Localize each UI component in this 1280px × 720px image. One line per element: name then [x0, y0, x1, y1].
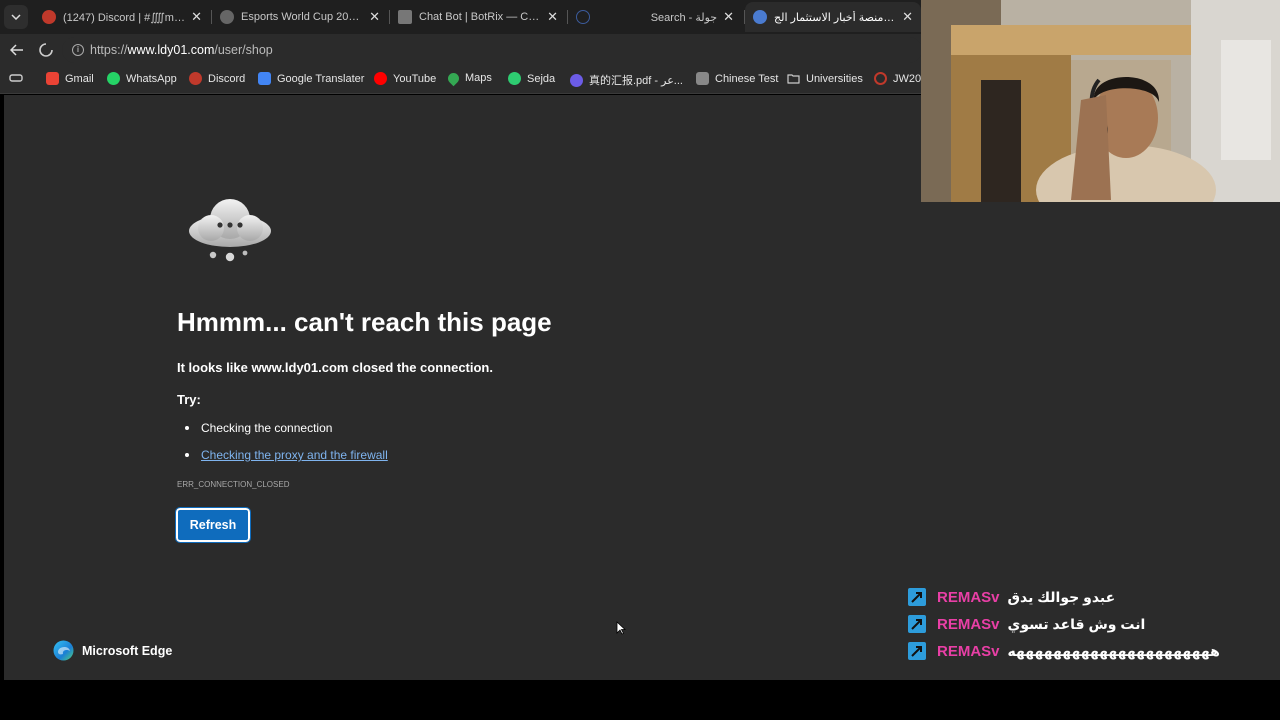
youtube-icon [374, 72, 387, 85]
maps-icon [445, 70, 462, 86]
edge-brand: Microsoft Edge [53, 640, 172, 661]
refresh-button[interactable]: Refresh [175, 507, 251, 543]
address-bar[interactable]: i https://www.ldy01.com/user/shop [62, 37, 922, 63]
edge-logo-icon [53, 640, 74, 661]
chevron-down-icon [11, 14, 21, 20]
chat-text: عبدو جوالك يدق [1007, 588, 1116, 605]
error-description: It looks like www.ldy01.com closed the c… [177, 360, 493, 375]
taskbar-area [0, 680, 1280, 720]
gmail-icon [46, 72, 59, 85]
proxy-firewall-link[interactable]: Checking the proxy and the firewall [201, 448, 388, 462]
tab-title: جولة | منصة أخبار الاستثمار الج [774, 11, 896, 24]
site-info-icon[interactable]: i [72, 44, 84, 56]
discord-icon [189, 72, 202, 85]
tab-botrix[interactable]: Chat Bot | BotRix — Cloud St ✕ [390, 2, 566, 32]
tab-discord[interactable]: (1247) Discord | #⨌music-req ✕ [34, 2, 210, 32]
tab-esports[interactable]: Esports World Cup 2026 feat ✕ [212, 2, 388, 32]
try-label: Try: [177, 392, 201, 407]
tab-title: (1247) Discord | #⨌music-req [63, 11, 186, 24]
globe-icon [753, 10, 767, 24]
jw-icon [874, 72, 887, 85]
bookmark-youtube[interactable]: YouTube [374, 72, 436, 85]
tab-actions-menu-button[interactable] [4, 5, 28, 29]
suggestion-item: Checking the connection [185, 421, 332, 435]
error-title: Hmmm... can't reach this page [177, 307, 552, 337]
error-domain: www.ldy01.com [251, 360, 349, 375]
pdf-icon [570, 73, 583, 87]
cloud-error-icon [189, 199, 271, 262]
error-code: ERR_CONNECTION_CLOSED [177, 480, 290, 489]
chat-message: REMASv انت وش قاعد تسوي [908, 615, 1145, 633]
tab-jawla-news[interactable]: جولة | منصة أخبار الاستثمار الج ✕ [745, 2, 921, 32]
bookmark-sejda[interactable]: Sejda [508, 72, 555, 85]
chat-badge-icon [908, 588, 926, 606]
close-icon[interactable]: ✕ [723, 9, 734, 25]
bookmark-gmail[interactable]: Gmail [46, 72, 94, 85]
tab-actions-icon[interactable] [9, 72, 23, 84]
esports-icon [220, 10, 234, 24]
close-icon[interactable]: ✕ [547, 9, 558, 25]
close-icon[interactable]: ✕ [191, 9, 202, 25]
discord-icon [42, 10, 56, 24]
bookmark-whatsapp[interactable]: WhatsApp [107, 72, 177, 85]
chat-username: REMASv [937, 588, 1000, 606]
tab-title: Chat Bot | BotRix — Cloud St [419, 11, 541, 23]
url-host: www.ldy01.com [127, 43, 215, 57]
stop-loading-button[interactable] [34, 38, 58, 62]
url-scheme: https:// [90, 43, 128, 57]
close-icon[interactable]: ✕ [369, 9, 380, 25]
chat-badge-icon [908, 642, 926, 660]
bookmark-pdf[interactable]: 真的汇报.pdf - عر... [570, 72, 683, 88]
close-icon[interactable]: ✕ [902, 9, 913, 25]
tab-title: Esports World Cup 2026 feat [241, 11, 363, 23]
loading-spinner-icon [39, 43, 53, 57]
folder-icon [787, 74, 800, 84]
page-icon [696, 72, 709, 85]
back-button[interactable] [5, 38, 29, 62]
translate-icon [258, 72, 271, 85]
botrix-icon [398, 10, 412, 24]
chat-text: انت وش قاعد تسوي [1007, 615, 1146, 632]
tab-loading[interactable] [568, 2, 598, 32]
webcam-video [921, 0, 1280, 202]
bookmark-universities[interactable]: Universities [787, 72, 863, 85]
url-path: /user/shop [214, 43, 273, 57]
chat-username: REMASv [937, 642, 1000, 660]
mouse-cursor-icon [616, 621, 626, 635]
chat-message: REMASv عبدو جوالك يدق [908, 588, 1115, 606]
search-icon [576, 10, 590, 24]
tab-search-jawla[interactable]: Search - جولة ✕ [600, 2, 742, 32]
suggestion-item: Checking the proxy and the firewall [185, 448, 388, 462]
sejda-icon [508, 72, 521, 85]
bookmark-chinese-test[interactable]: Chinese Test [696, 72, 778, 85]
bookmark-google-translater[interactable]: Google Translater [258, 72, 364, 85]
chat-username: REMASv [937, 615, 1000, 633]
chat-message: REMASv ههههههههههههههههههههههه [908, 642, 1220, 660]
bookmark-discord[interactable]: Discord [189, 72, 245, 85]
webcam-overlay [921, 0, 1280, 202]
bookmark-jw201[interactable]: JW201 [874, 72, 927, 85]
back-arrow-icon [10, 44, 23, 56]
whatsapp-icon [107, 72, 120, 85]
chat-text: ههههههههههههههههههههههه [1007, 642, 1220, 659]
bookmark-maps[interactable]: Maps [445, 70, 492, 86]
chat-badge-icon [908, 615, 926, 633]
tab-title: Search - جولة [650, 11, 718, 24]
